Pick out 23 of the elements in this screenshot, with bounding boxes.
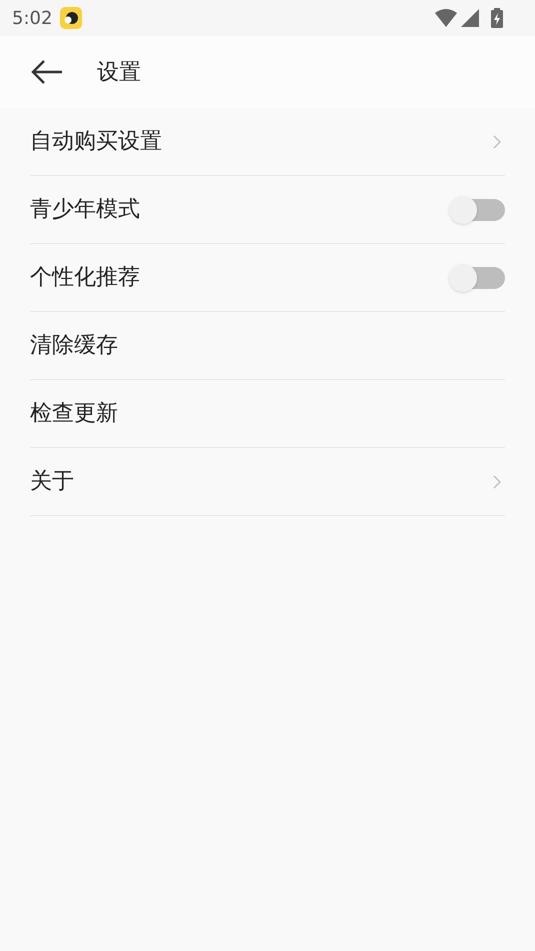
chevron-right-icon <box>493 134 501 148</box>
settings-item[interactable]: 自动购买设置 <box>30 108 505 176</box>
battery-icon <box>491 8 503 28</box>
settings-item[interactable]: 清除缓存 <box>30 312 505 380</box>
settings-item[interactable]: 青少年模式 <box>30 176 505 244</box>
wifi-icon <box>435 9 457 27</box>
toggle-switch[interactable] <box>449 196 505 224</box>
settings-item[interactable]: 个性化推荐 <box>30 244 505 312</box>
chevron-right-icon <box>493 474 501 488</box>
settings-item[interactable]: 检查更新 <box>30 380 505 448</box>
settings-item[interactable]: 关于 <box>30 448 505 516</box>
toggle-switch[interactable] <box>449 264 505 292</box>
back-arrow-icon <box>31 60 63 84</box>
settings-item-label: 青少年模式 <box>30 196 140 224</box>
settings-item-label: 清除缓存 <box>30 332 118 360</box>
app-notification-icon <box>60 7 82 29</box>
settings-item-label: 个性化推荐 <box>30 264 140 292</box>
settings-item-label: 检查更新 <box>30 400 118 428</box>
settings-item-label: 自动购买设置 <box>30 128 162 156</box>
page-title: 设置 <box>97 58 141 86</box>
settings-item-label: 关于 <box>30 468 74 496</box>
status-time: 5:02 <box>12 6 52 30</box>
signal-icon <box>461 9 479 27</box>
